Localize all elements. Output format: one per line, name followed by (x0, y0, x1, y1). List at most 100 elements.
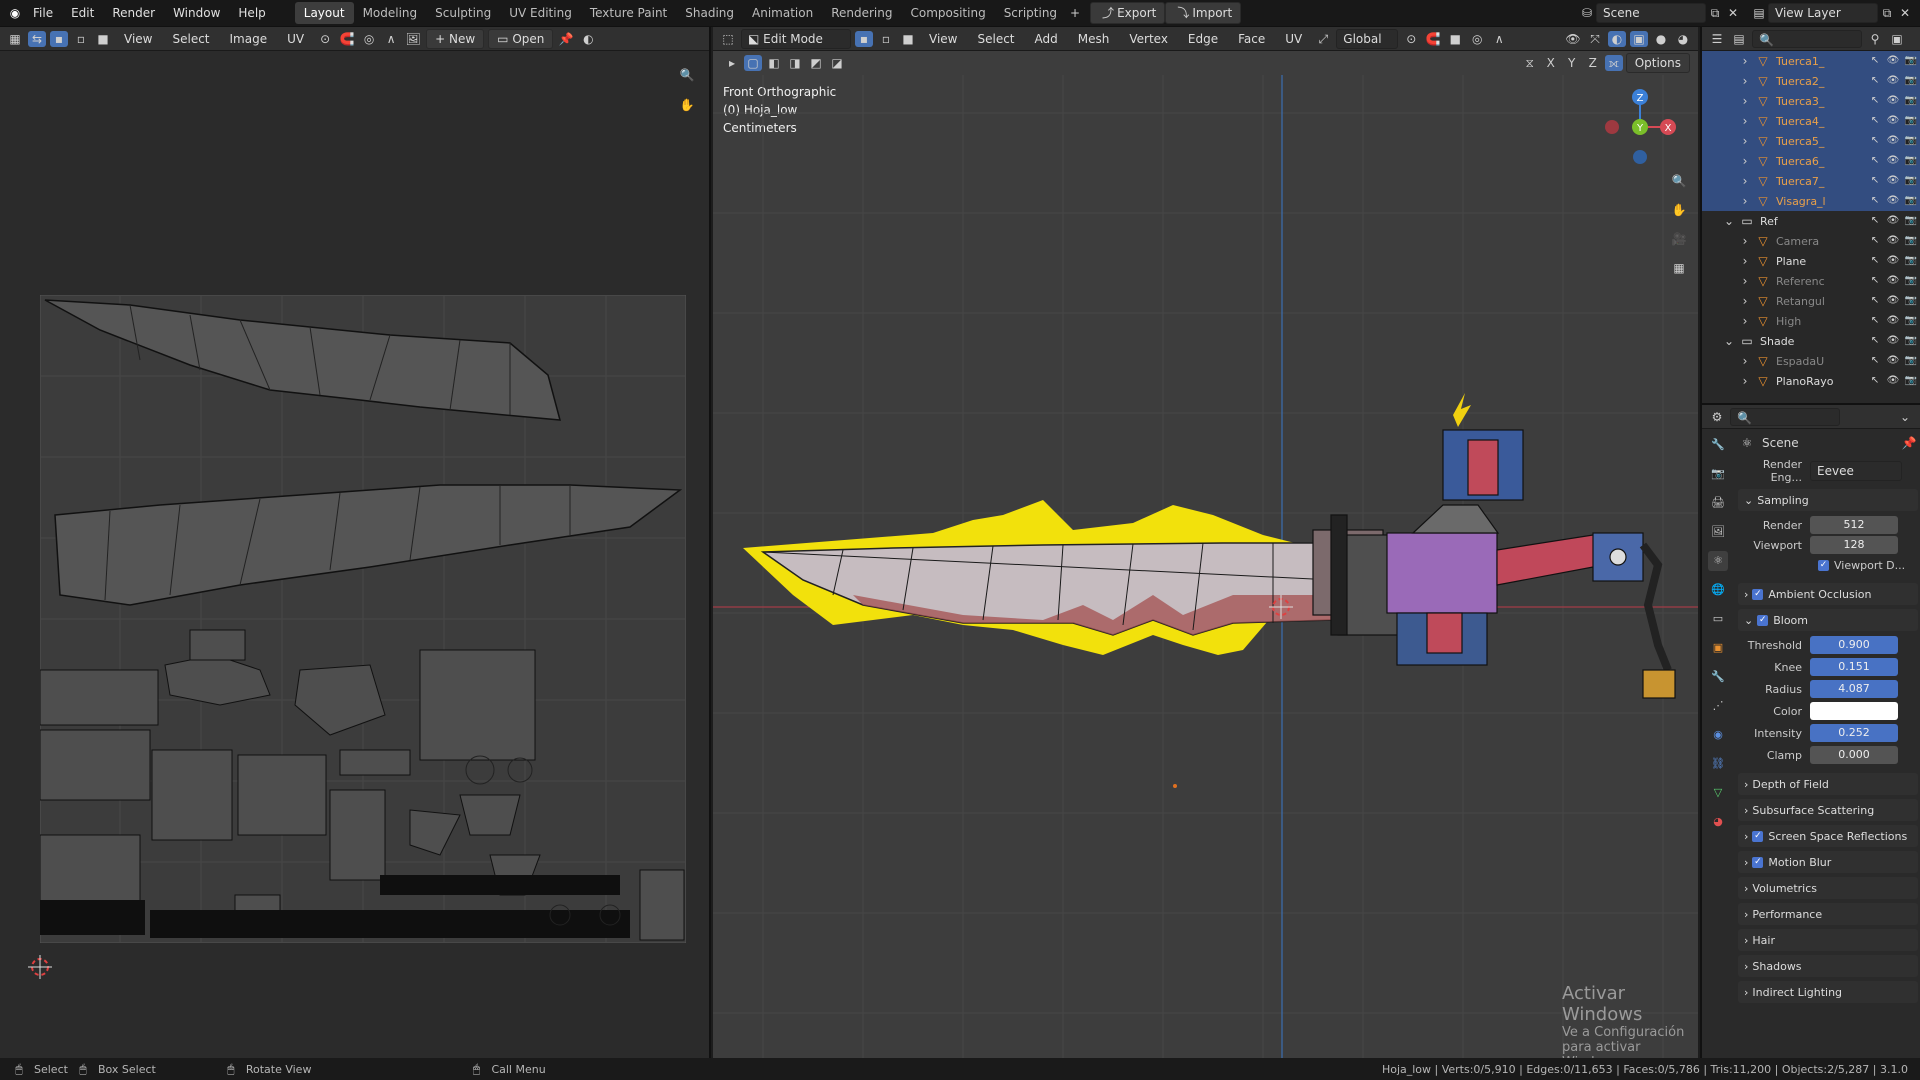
expand-arrow-icon[interactable]: ⌄ (1720, 333, 1738, 349)
perspective-toggle-icon[interactable]: ▦ (1670, 260, 1688, 276)
visibility-icon[interactable]: 👁 (1564, 31, 1582, 47)
transform-orientation-selector[interactable]: Global (1336, 28, 1399, 49)
select-new-icon[interactable]: ▢ (744, 55, 762, 71)
menu-render[interactable]: Render (103, 6, 164, 20)
outliner-row[interactable]: › ▽ EspadaU ↖ 👁 📷 (1702, 351, 1920, 371)
selectable-icon[interactable]: ↖ (1868, 373, 1882, 389)
menu-edit[interactable]: Edit (62, 6, 103, 20)
eye-icon[interactable]: 👁 (1886, 293, 1900, 309)
outliner-row[interactable]: › ▽ Tuerca2_ ↖ 👁 📷 (1702, 71, 1920, 91)
selectable-icon[interactable]: ↖ (1868, 53, 1882, 69)
uv-menu-select[interactable]: Select (164, 32, 217, 46)
eye-icon[interactable]: 👁 (1886, 133, 1900, 149)
vp-menu-face[interactable]: Face (1230, 32, 1273, 46)
new-view-layer-icon[interactable]: ⧉ (1878, 5, 1896, 21)
pin-icon[interactable]: 📌 (557, 31, 575, 47)
export-button[interactable]: ⤴ Export (1090, 2, 1166, 24)
expand-arrow-icon[interactable]: › (1736, 293, 1754, 309)
pan-hand-icon[interactable]: ✋ (678, 97, 696, 113)
selectable-icon[interactable]: ↖ (1868, 193, 1882, 209)
expand-arrow-icon[interactable]: › (1736, 153, 1754, 169)
uv-overlay-icon[interactable]: ◐ (579, 31, 597, 47)
selectable-icon[interactable]: ↖ (1868, 93, 1882, 109)
axis-z-toggle[interactable]: Z (1584, 55, 1602, 71)
menu-file[interactable]: File (24, 6, 62, 20)
expand-arrow-icon[interactable]: › (1736, 113, 1754, 129)
outliner-row[interactable]: ⌄ ▭ Ref ↖ 👁 📷 (1702, 211, 1920, 231)
tab-sculpting[interactable]: Sculpting (426, 2, 500, 24)
tab-compositing[interactable]: Compositing (901, 2, 994, 24)
camera-render-icon[interactable]: 📷 (1904, 313, 1918, 329)
new-collection-icon[interactable]: ▣ (1888, 31, 1906, 47)
camera-render-icon[interactable]: 📷 (1904, 173, 1918, 189)
properties-options-icon[interactable]: ⌄ (1896, 409, 1914, 425)
view-layer-selector[interactable]: View Layer (1768, 3, 1878, 23)
indirect-lighting-panel-header[interactable]: › Indirect Lighting (1738, 981, 1918, 1003)
editor-type-icon[interactable]: ⚙ (1708, 409, 1726, 425)
expand-arrow-icon[interactable]: › (1736, 233, 1754, 249)
camera-render-icon[interactable]: 📷 (1904, 293, 1918, 309)
expand-arrow-icon[interactable]: › (1736, 193, 1754, 209)
new-image-button[interactable]: + New (426, 28, 485, 49)
vp-menu-add[interactable]: Add (1027, 32, 1066, 46)
properties-search[interactable]: 🔍 (1730, 407, 1840, 426)
bloom-knee-field[interactable]: 0.151 (1810, 658, 1898, 676)
volumetrics-panel-header[interactable]: › Volumetrics (1738, 877, 1918, 899)
eye-icon[interactable]: 👁 (1886, 73, 1900, 89)
selectable-icon[interactable]: ↖ (1868, 173, 1882, 189)
open-image-button[interactable]: ▭ Open (488, 28, 554, 49)
tab-uv-editing[interactable]: UV Editing (500, 2, 581, 24)
outliner-row[interactable]: › ▽ High ↖ 👁 📷 (1702, 311, 1920, 331)
camera-render-icon[interactable]: 📷 (1904, 373, 1918, 389)
outliner-row[interactable]: › ▽ PlanoRayo ↖ 👁 📷 (1702, 371, 1920, 391)
editor-type-icon[interactable]: ⬚ (719, 31, 737, 47)
vp-menu-select[interactable]: Select (969, 32, 1022, 46)
select-intersect-icon[interactable]: ◪ (828, 55, 846, 71)
pan-hand-icon[interactable]: ✋ (1670, 202, 1688, 218)
expand-arrow-icon[interactable]: › (1736, 353, 1754, 369)
outliner-row[interactable]: › ▽ Camera ↖ 👁 📷 (1702, 231, 1920, 251)
ssr-checkbox[interactable]: ✓ (1752, 830, 1764, 842)
menu-help[interactable]: Help (229, 6, 274, 20)
new-scene-icon[interactable]: ⧉ (1706, 5, 1724, 21)
shadows-panel-header[interactable]: › Shadows (1738, 955, 1918, 977)
camera-render-icon[interactable]: 📷 (1904, 153, 1918, 169)
bloom-panel-header[interactable]: ⌄ ✓ Bloom (1738, 609, 1918, 631)
bloom-color-swatch[interactable] (1810, 702, 1898, 720)
uv-grid-canvas[interactable] (40, 295, 686, 943)
performance-panel-header[interactable]: › Performance (1738, 903, 1918, 925)
import-button[interactable]: ⤵ Import (1165, 2, 1242, 24)
face-mode-icon[interactable]: ■ (899, 31, 917, 47)
eye-icon[interactable]: 👁 (1886, 213, 1900, 229)
expand-arrow-icon[interactable]: › (1736, 133, 1754, 149)
outliner-row[interactable]: › ▽ Tuerca7_ ↖ 👁 📷 (1702, 171, 1920, 191)
view-layer-icon[interactable]: ▤ (1750, 5, 1768, 21)
selectable-icon[interactable]: ↖ (1868, 73, 1882, 89)
outliner-row[interactable]: › ▽ Visagra_l ↖ 👁 📷 (1702, 191, 1920, 211)
toolbar-toggle-icon[interactable]: ▸ (723, 55, 741, 71)
camera-render-icon[interactable]: 📷 (1904, 253, 1918, 269)
scene-icon[interactable]: ⛁ (1578, 5, 1596, 21)
outliner-row[interactable]: › ▽ Tuerca6_ ↖ 👁 📷 (1702, 151, 1920, 171)
vp-menu-mesh[interactable]: Mesh (1070, 32, 1118, 46)
outliner-row[interactable]: › ▽ Tuerca3_ ↖ 👁 📷 (1702, 91, 1920, 111)
zoom-icon[interactable]: 🔍 (1670, 173, 1688, 189)
physics-tab-icon[interactable]: ◉ (1708, 725, 1728, 745)
delete-scene-icon[interactable]: ✕ (1724, 5, 1742, 21)
xray-icon[interactable]: ▣ (1630, 30, 1648, 47)
axis-x-toggle[interactable]: X (1542, 55, 1560, 71)
bloom-radius-field[interactable]: 4.087 (1810, 680, 1898, 698)
outliner-row[interactable]: › ▽ Retangul ↖ 👁 📷 (1702, 291, 1920, 311)
modifier-tab-icon[interactable]: 🔧 (1708, 667, 1728, 687)
uv-menu-image[interactable]: Image (222, 32, 276, 46)
eye-icon[interactable]: 👁 (1886, 173, 1900, 189)
view-layer-tab-icon[interactable]: 🖼 (1708, 522, 1728, 542)
expand-arrow-icon[interactable]: › (1736, 93, 1754, 109)
editor-type-icon[interactable]: ▦ (6, 31, 24, 47)
3d-viewport[interactable]: ⬚ ⬕ Edit Mode ▪ ▫ ■ View Select Add Mesh… (713, 27, 1698, 1070)
2d-cursor-icon[interactable] (28, 955, 52, 979)
tab-animation[interactable]: Animation (743, 2, 822, 24)
render-tab-icon[interactable]: 📷 (1708, 464, 1728, 484)
tab-rendering[interactable]: Rendering (822, 2, 901, 24)
selectable-icon[interactable]: ↖ (1868, 253, 1882, 269)
